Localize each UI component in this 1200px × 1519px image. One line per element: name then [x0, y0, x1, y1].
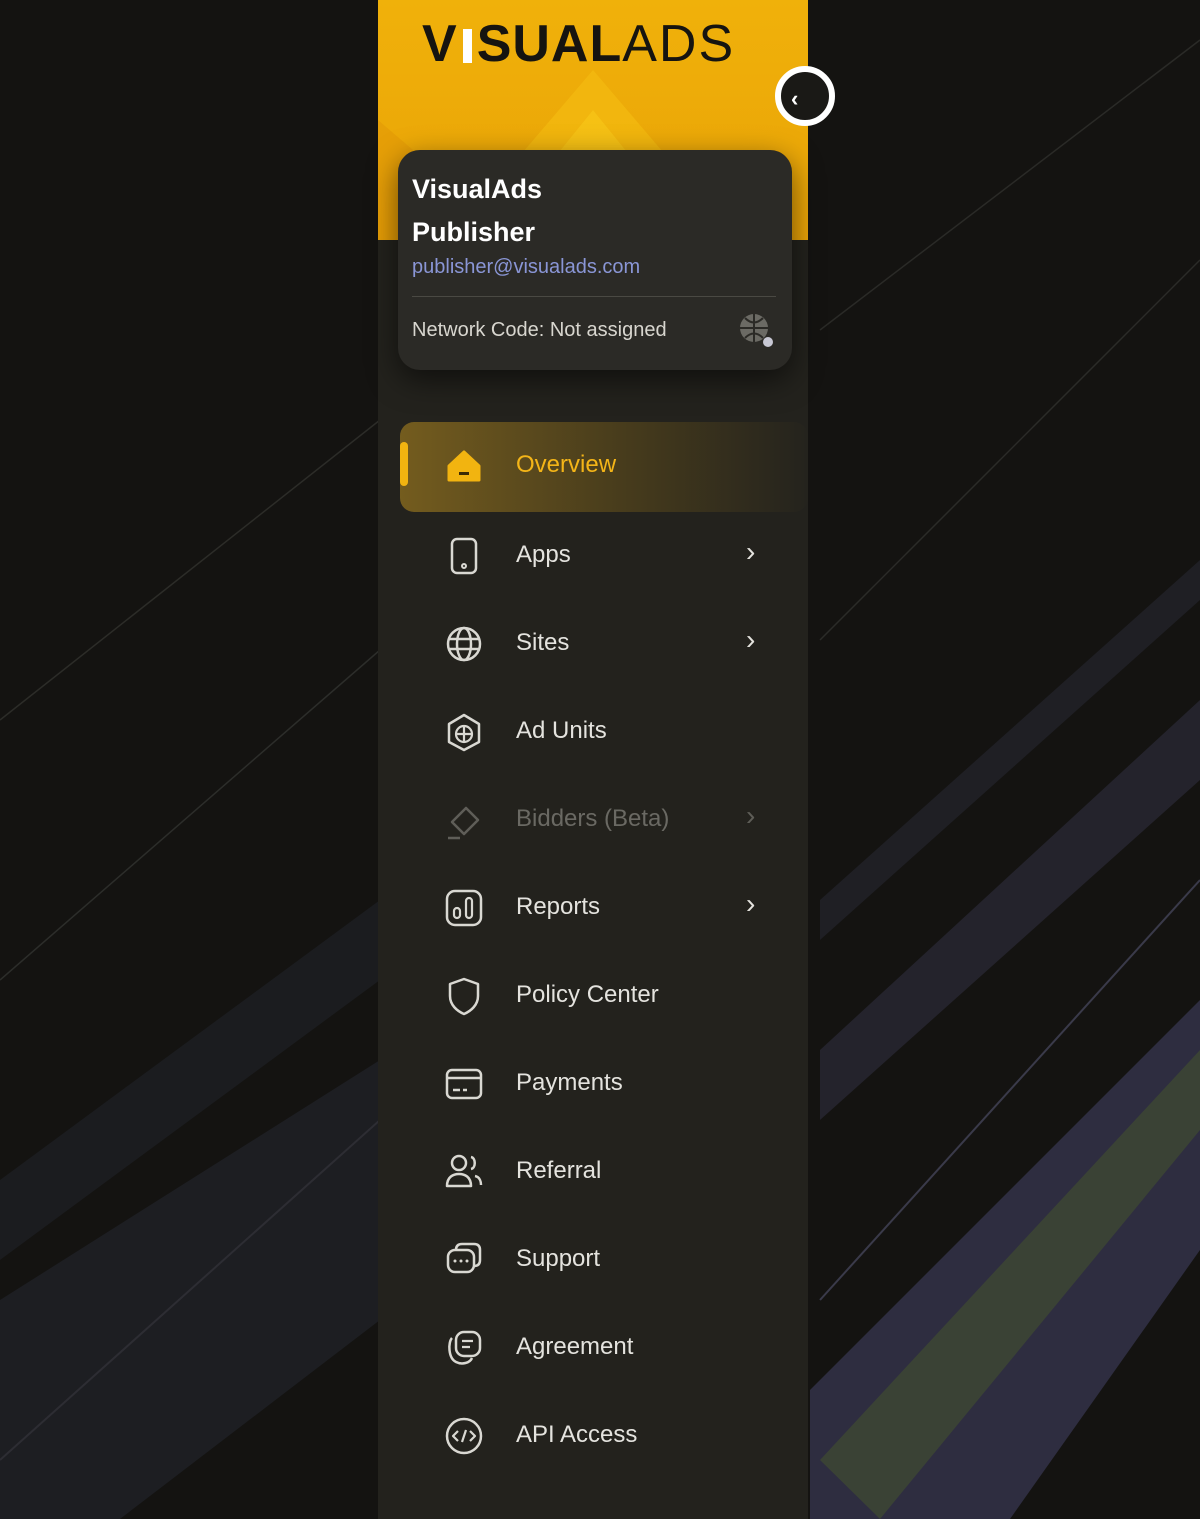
globe-icon	[446, 626, 482, 662]
shield-icon	[448, 977, 480, 1016]
sidebar: V SUALADS ‹ VisualAds Publisher publisher…	[378, 0, 835, 1519]
account-card: VisualAds Publisher publisher@visualads.…	[398, 150, 792, 370]
nav-label-policy-center: Policy Center	[516, 981, 659, 1008]
nav-item-referral[interactable]: Referral	[400, 1128, 808, 1216]
nav-label-ad-units: Ad Units	[516, 717, 607, 744]
divider	[412, 296, 776, 297]
nav-item-policy-center[interactable]: Policy Center	[400, 952, 808, 1040]
code-icon	[445, 1417, 483, 1455]
nav-item-sites[interactable]: Sites ›	[400, 600, 808, 688]
users-icon	[445, 1154, 483, 1188]
nav-item-bidders: Bidders (Beta) ›	[400, 776, 808, 864]
globe-search-icon[interactable]	[736, 310, 776, 350]
nav-label-reports: Reports	[516, 893, 601, 920]
nav-label-support: Support	[516, 1245, 601, 1272]
logo[interactable]: V SUALADS	[422, 14, 735, 74]
home-icon	[447, 450, 481, 482]
nav-label-api-access: API Access	[516, 1421, 638, 1448]
nav-label-bidders: Bidders (Beta)	[516, 805, 670, 832]
agreement-icon	[448, 1330, 482, 1365]
reports-icon	[445, 889, 483, 927]
nav-label-apps: Apps	[516, 541, 571, 568]
nav-label-referral: Referral	[516, 1157, 602, 1184]
chevron-right-icon: ›	[746, 624, 756, 655]
bidders-icon	[448, 806, 480, 840]
logo-dot-i	[462, 29, 472, 63]
chevron-right-icon: ›	[746, 800, 756, 831]
ad-unit-icon	[447, 713, 481, 752]
nav-item-support[interactable]: Support	[400, 1216, 808, 1304]
chevron-right-icon: ›	[746, 888, 756, 919]
nav-label-agreement: Agreement	[516, 1333, 634, 1360]
nav-label-sites: Sites	[516, 629, 570, 656]
nav-item-ad-units[interactable]: Ad Units	[400, 688, 808, 776]
nav-item-payments[interactable]: Payments	[400, 1040, 808, 1128]
collapse-sidebar-button[interactable]: ‹	[775, 66, 835, 126]
phone-icon	[450, 537, 478, 575]
nav-label-payments: Payments	[516, 1069, 623, 1096]
card-icon	[445, 1068, 483, 1100]
nav-label-overview: Overview	[516, 451, 617, 478]
account-email: publisher@visualads.com	[412, 256, 641, 278]
active-indicator	[400, 442, 408, 486]
chevron-right-icon: ›	[746, 536, 756, 567]
nav-item-reports[interactable]: Reports ›	[400, 864, 808, 952]
nav-item-overview[interactable]: Overview	[400, 422, 808, 512]
nav-item-api-access[interactable]: API Access	[400, 1392, 808, 1480]
nav-item-agreement[interactable]: Agreement	[400, 1304, 808, 1392]
chevron-left-icon: ‹	[791, 86, 799, 111]
chat-icon	[446, 1242, 482, 1274]
network-code: Network Code: Not assigned	[412, 319, 667, 341]
account-name: VisualAds Publisher	[412, 174, 543, 247]
nav-menu: Overview Apps › Sites › Ad Units Bidders…	[400, 422, 808, 1480]
nav-item-apps[interactable]: Apps ›	[400, 512, 808, 600]
